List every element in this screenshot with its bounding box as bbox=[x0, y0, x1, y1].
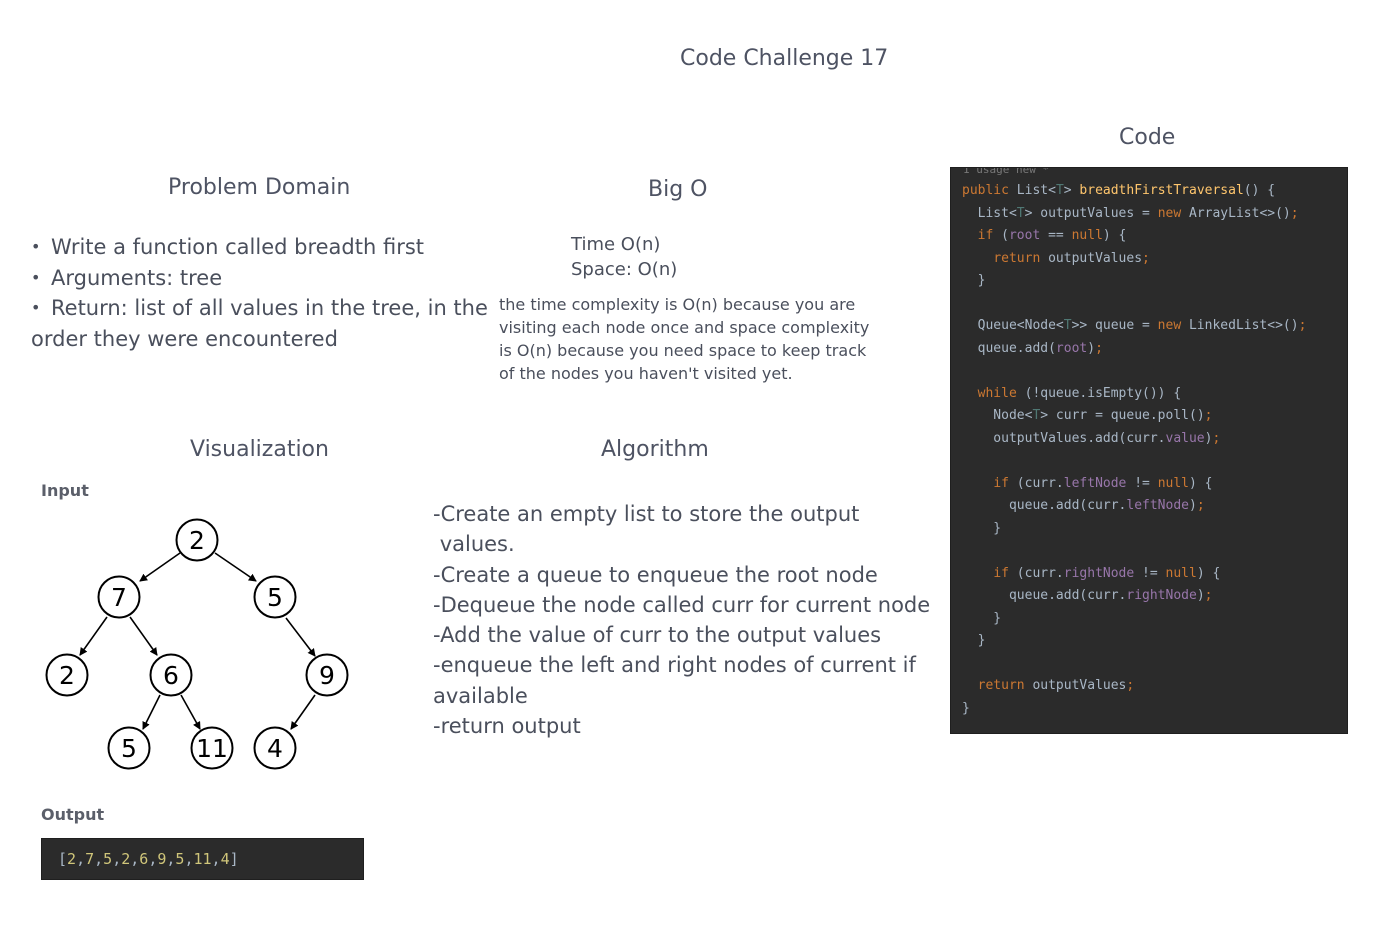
tree-node: 5 bbox=[253, 575, 297, 619]
algorithm-step: values. bbox=[433, 532, 515, 557]
tree-node-value: 9 bbox=[319, 661, 335, 690]
tree-edge bbox=[290, 694, 316, 730]
code-line: if (root == null) { bbox=[977, 228, 1127, 243]
code-line: return outputValues; bbox=[977, 678, 1135, 693]
problem-domain-heading: Problem Domain bbox=[168, 175, 351, 200]
code-line: queue.add(curr.leftNode); bbox=[962, 498, 1205, 513]
tree-node-value: 7 bbox=[111, 583, 127, 612]
tree-node: 7 bbox=[97, 575, 141, 619]
code-line: queue.add(curr.rightNode); bbox=[962, 588, 1213, 603]
problem-bullet: Return: list of all values in the tree, … bbox=[31, 293, 491, 324]
tree-edge bbox=[142, 694, 161, 730]
tree-node-value: 4 bbox=[267, 734, 283, 763]
code-line: return outputValues; bbox=[993, 250, 1150, 266]
algorithm-heading: Algorithm bbox=[601, 437, 709, 462]
tree-edge bbox=[129, 616, 158, 656]
problem-bullet: Write a function called breadth first bbox=[31, 232, 491, 263]
tree-edge bbox=[285, 617, 316, 657]
algorithm-step: -Create a queue to enqueue the root node bbox=[433, 562, 878, 587]
tree-node: 11 bbox=[190, 726, 234, 770]
problem-bullet-continuation: order they were encountered bbox=[31, 326, 338, 351]
big-o-summary: Time O(n) Space: O(n) bbox=[571, 232, 677, 282]
code-line: } bbox=[962, 633, 986, 648]
output-value: 5 bbox=[175, 850, 185, 868]
output-open-bracket: [ bbox=[58, 850, 68, 868]
tree-node-value: 5 bbox=[267, 583, 283, 612]
tree-edge bbox=[79, 616, 108, 656]
code-line: } bbox=[962, 700, 970, 716]
tree-node: 2 bbox=[45, 653, 89, 697]
output-label: Output bbox=[41, 805, 105, 824]
algorithm-step: -Create an empty list to store the outpu… bbox=[433, 502, 860, 526]
output-value: 11 bbox=[193, 850, 212, 868]
page-title: Code Challenge 17 bbox=[680, 46, 889, 71]
code-line: queue.add(root); bbox=[962, 340, 1103, 356]
algorithm-steps: -Create an empty list to store the outpu… bbox=[433, 499, 943, 741]
output-box: [2,7,5,2,6,9,5,11,4] bbox=[41, 838, 364, 880]
output-value: 4 bbox=[220, 850, 230, 868]
problem-bullet-list: Write a function called breadth first Ar… bbox=[31, 232, 491, 324]
output-value: 7 bbox=[85, 850, 95, 868]
code-line: Queue<Node<T>> queue = new LinkedList<>(… bbox=[962, 318, 1307, 333]
algorithm-step: -Add the value of curr to the output val… bbox=[433, 623, 882, 648]
tree-node: 4 bbox=[253, 726, 297, 770]
binary-tree-diagram: 2 7 5 2 6 9 5 11 4 bbox=[45, 518, 349, 770]
algorithm-step: -Dequeue the node called curr for curren… bbox=[433, 592, 931, 617]
big-o-heading: Big O bbox=[648, 177, 708, 202]
output-value: 9 bbox=[157, 850, 167, 868]
tree-edge bbox=[139, 552, 181, 582]
tree-node: 6 bbox=[149, 653, 193, 697]
code-line: } bbox=[962, 273, 986, 288]
problem-bullet: Arguments: tree bbox=[31, 263, 491, 294]
code-line: List<T> outputValues = new ArrayList<>()… bbox=[962, 205, 1299, 221]
tree-node-value: 2 bbox=[189, 526, 205, 555]
algorithm-step: -enqueue the left and right nodes of cur… bbox=[433, 653, 916, 678]
tree-edge bbox=[180, 694, 201, 730]
tree-node: 9 bbox=[305, 653, 349, 697]
tree-node: 5 bbox=[107, 726, 151, 770]
input-label: Input bbox=[41, 481, 89, 500]
visualization-heading: Visualization bbox=[190, 437, 329, 462]
code-lines: public List<T> breadthFirstTraversal() {… bbox=[951, 180, 1347, 720]
tree-node-value: 6 bbox=[163, 661, 179, 690]
code-line: public List<T> breadthFirstTraversal() { bbox=[962, 183, 1276, 198]
code-usage-hint: 1 usage new * bbox=[963, 167, 1050, 176]
time-complexity: Time O(n) bbox=[571, 234, 661, 255]
output-value: 2 bbox=[67, 850, 77, 868]
tree-edge bbox=[214, 552, 257, 582]
output-value: 5 bbox=[103, 850, 113, 868]
code-line: while (!queue.isEmpty()) { bbox=[977, 385, 1182, 401]
code-line: if (curr.rightNode != null) { bbox=[993, 565, 1221, 581]
tree-node-value: 11 bbox=[196, 734, 228, 763]
output-value: 6 bbox=[139, 850, 149, 868]
code-heading: Code bbox=[1119, 125, 1176, 150]
space-complexity: Space: O(n) bbox=[571, 259, 678, 280]
algorithm-step: available bbox=[433, 683, 528, 708]
tree-node-value: 5 bbox=[121, 734, 137, 763]
problem-domain-content: Write a function called breadth first Ar… bbox=[31, 232, 491, 354]
tree-node-value: 2 bbox=[59, 661, 75, 690]
algorithm-step: -return output bbox=[433, 714, 581, 739]
code-line: } bbox=[962, 520, 1002, 536]
code-line: outputValues.add(curr.value); bbox=[962, 430, 1221, 446]
code-block: 1 usage new * public List<T> breadthFirs… bbox=[950, 167, 1348, 734]
code-line: Node<T> curr = queue.poll(); bbox=[962, 408, 1213, 423]
big-o-explanation: the time complexity is O(n) because you … bbox=[499, 295, 870, 383]
tree-node: 2 bbox=[175, 518, 219, 562]
code-line: } bbox=[962, 610, 1002, 626]
code-line: if (curr.leftNode != null) { bbox=[993, 475, 1213, 491]
output-value: 2 bbox=[121, 850, 131, 868]
